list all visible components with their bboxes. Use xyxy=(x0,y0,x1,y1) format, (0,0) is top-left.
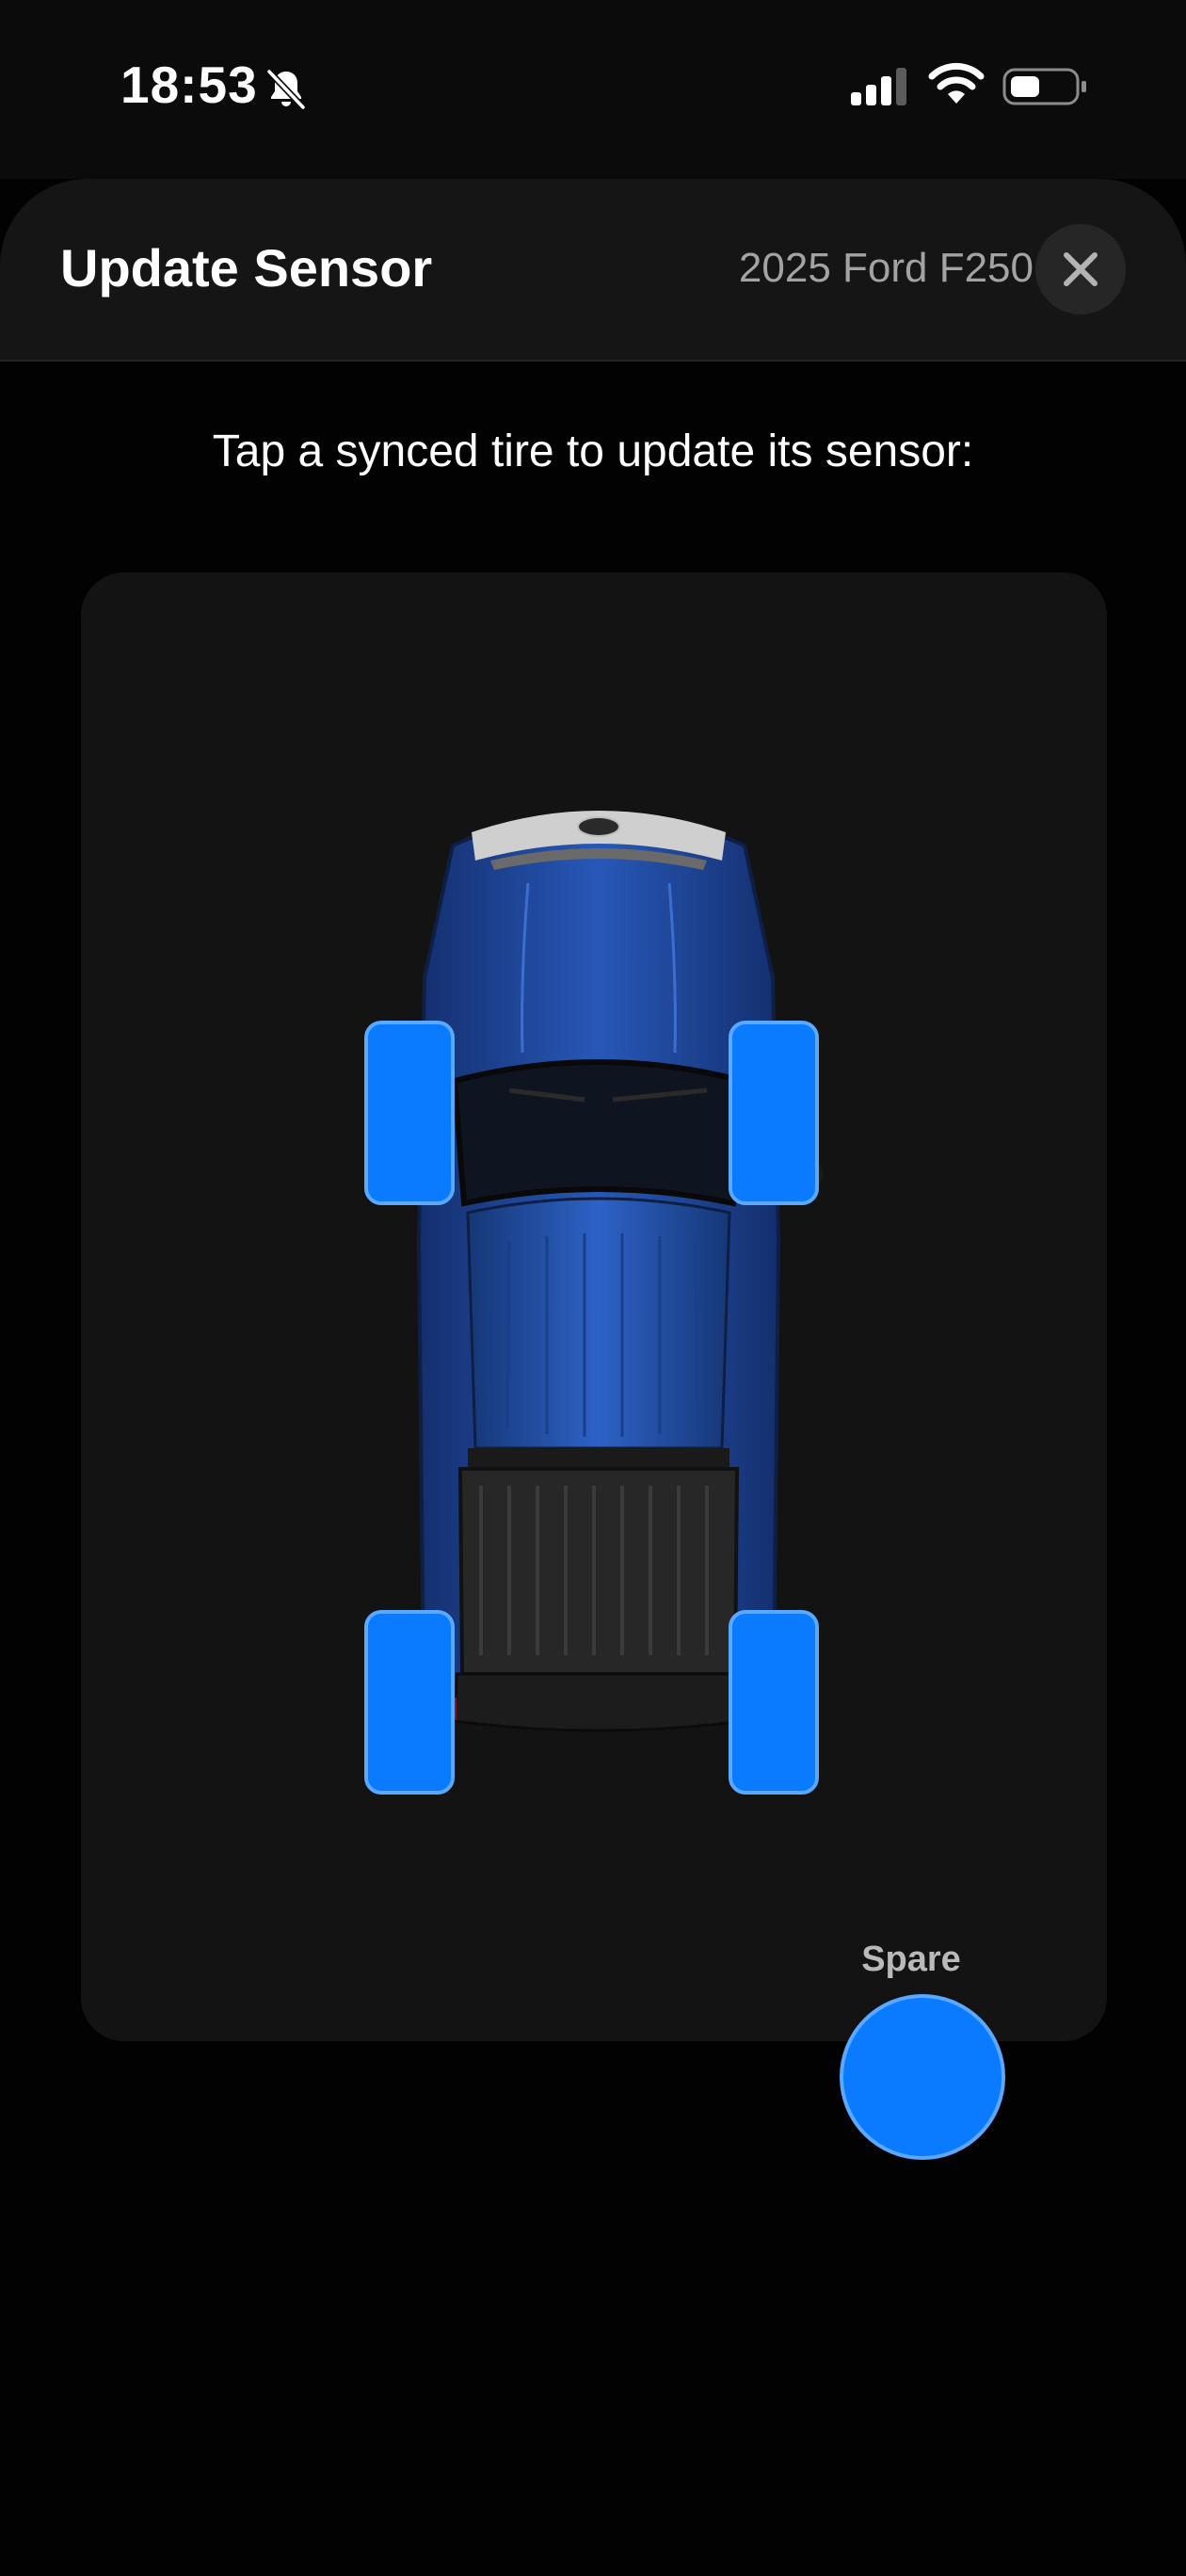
instruction-text: Tap a synced tire to update its sensor: xyxy=(212,427,974,476)
close-button[interactable] xyxy=(1035,224,1126,314)
vehicle-name: 2025 Ford F250 xyxy=(738,245,1034,291)
tire-rear-right[interactable] xyxy=(729,1610,819,1795)
close-icon xyxy=(1064,252,1098,286)
update-sensor-sheet: Update Sensor 2025 Ford F250 Tap a synce… xyxy=(0,179,1186,2576)
tire-front-right[interactable] xyxy=(729,1021,819,1205)
battery-icon xyxy=(1002,68,1086,105)
spare-label: Spare xyxy=(861,1940,961,1979)
tire-rear-left[interactable] xyxy=(364,1610,455,1795)
spare-tire[interactable] xyxy=(840,1994,1005,2160)
bell-slash-icon xyxy=(266,69,306,110)
sheet-header: Update Sensor 2025 Ford F250 xyxy=(0,179,1186,362)
tire-front-left[interactable] xyxy=(364,1021,455,1205)
sheet-title: Update Sensor xyxy=(60,238,433,298)
status-bar: 18:53 xyxy=(0,0,1186,179)
wifi-icon xyxy=(928,62,985,104)
cellular-signal-icon xyxy=(851,68,906,105)
status-time: 18:53 xyxy=(120,56,258,114)
tire-diagram-card: Spare xyxy=(81,572,1107,2160)
